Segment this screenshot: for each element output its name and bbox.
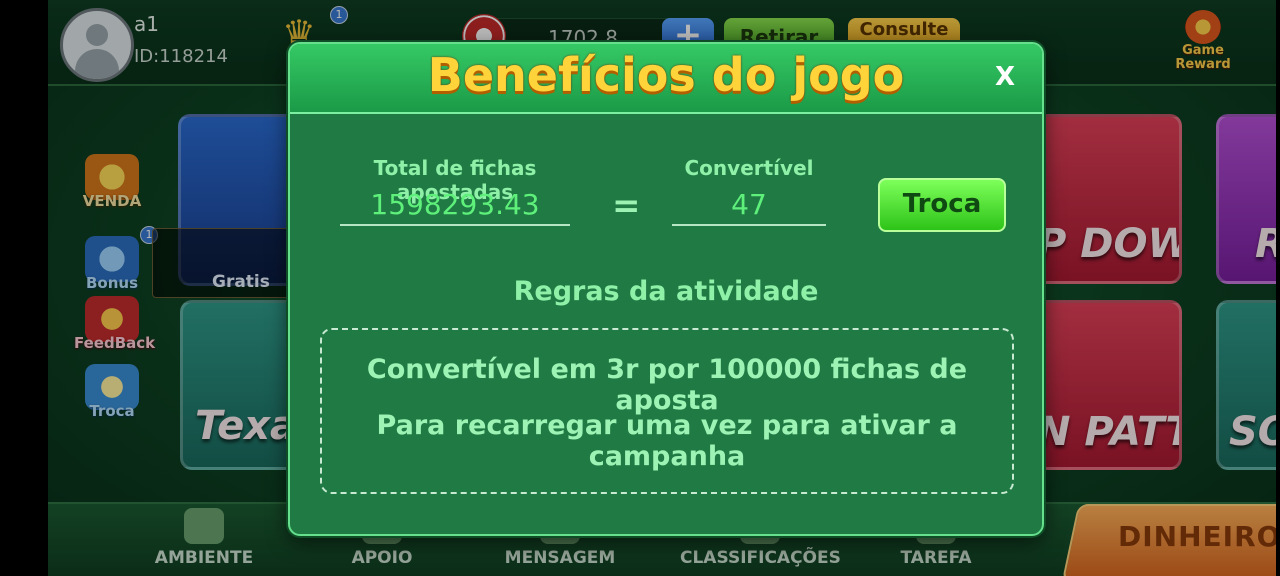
- exchange-button[interactable]: Troca: [878, 178, 1006, 232]
- equals-sign: =: [612, 186, 641, 226]
- dialog-title: Benefícios do jogo: [427, 48, 905, 102]
- close-button[interactable]: X: [990, 62, 1020, 92]
- rule-line: Convertível em 3r por 100000 fichas de a…: [366, 354, 968, 416]
- convertible-label: Convertível: [684, 156, 814, 180]
- game-benefits-dialog: Benefícios do jogo X Total de fichas apo…: [288, 42, 1044, 536]
- total-bets-value: 1598293.43: [340, 186, 570, 226]
- rules-box: Convertível em 3r por 100000 fichas de a…: [320, 328, 1014, 494]
- rules-title: Regras da atividade: [513, 276, 819, 307]
- rule-line: Para recarregar uma vez para ativar a ca…: [376, 410, 958, 472]
- convertible-value: 47: [672, 186, 826, 226]
- game-lobby: a1 ID:118214 ♛ 1 1702.8 + Retirar Consul…: [0, 0, 1280, 576]
